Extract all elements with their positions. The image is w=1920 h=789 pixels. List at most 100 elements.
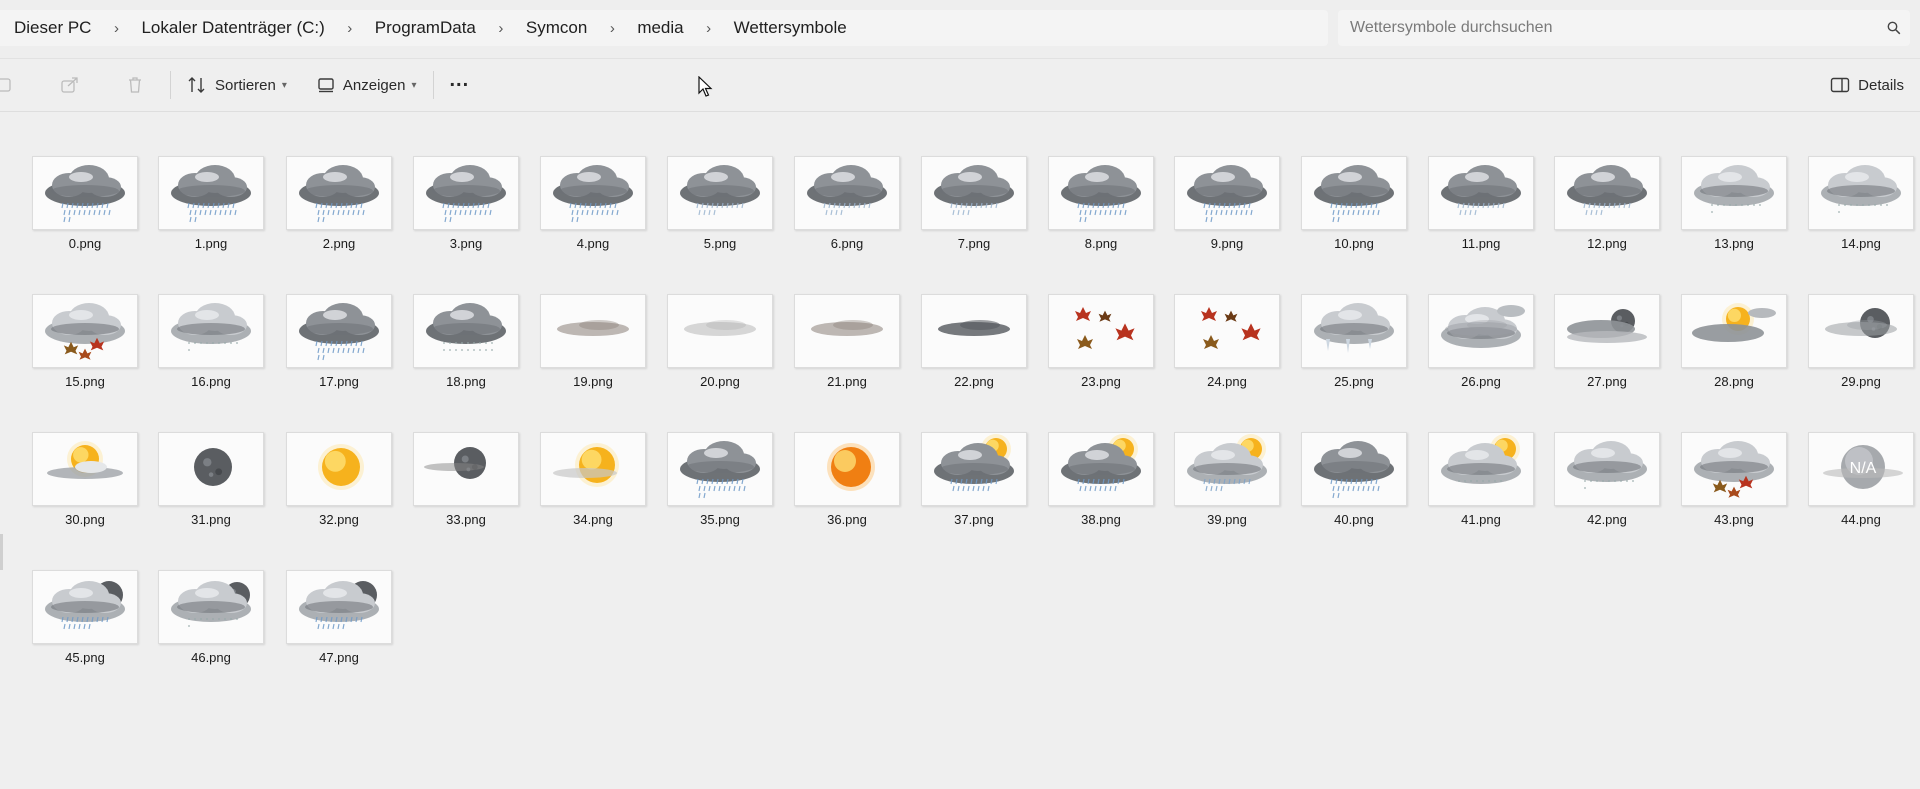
file-name[interactable]: 38.png [1038,512,1164,527]
file-name[interactable]: 28.png [1671,374,1797,389]
weather-thumbnail-icon[interactable] [1301,156,1407,230]
chevron-right-icon[interactable]: › [490,20,512,37]
weather-thumbnail-icon[interactable] [540,156,646,230]
weather-thumbnail-icon[interactable] [1174,294,1280,368]
search-placeholder[interactable]: Wettersymbole durchsuchen [1338,19,1878,37]
file-name[interactable]: 39.png [1164,512,1290,527]
file-name[interactable]: 36.png [784,512,910,527]
weather-thumbnail-icon[interactable] [667,432,773,506]
weather-thumbnail-icon[interactable] [32,570,138,644]
more-options-button[interactable]: ... [440,60,480,110]
file-name[interactable]: 8.png [1038,236,1164,251]
weather-thumbnail-icon[interactable] [413,156,519,230]
file-item[interactable]: 45.png [32,570,140,674]
file-name[interactable]: 47.png [276,650,402,665]
file-item[interactable]: 12.png [1554,156,1662,260]
weather-thumbnail-icon[interactable] [1428,156,1534,230]
file-item[interactable]: 11.png [1428,156,1536,260]
file-item[interactable]: 5.png [667,156,775,260]
file-item[interactable]: 16.png [158,294,266,398]
weather-thumbnail-icon[interactable] [540,294,646,368]
file-name[interactable]: 29.png [1798,374,1920,389]
file-name[interactable]: 37.png [911,512,1037,527]
file-item[interactable]: 43.png [1681,432,1789,536]
chevron-right-icon[interactable]: › [601,20,623,37]
weather-thumbnail-icon[interactable] [413,294,519,368]
weather-thumbnail-icon[interactable] [1554,156,1660,230]
file-name[interactable]: 23.png [1038,374,1164,389]
weather-thumbnail-icon[interactable] [921,156,1027,230]
details-button[interactable]: Details [1830,65,1904,105]
breadcrumb-item[interactable]: Lokaler Datenträger (C:) [127,18,338,38]
weather-thumbnail-icon[interactable] [667,156,773,230]
file-item[interactable]: 8.png [1048,156,1156,260]
file-item[interactable]: 39.png [1174,432,1282,536]
file-name[interactable]: 0.png [22,236,148,251]
file-item[interactable]: 17.png [286,294,394,398]
breadcrumb-item[interactable]: Symcon [512,18,601,38]
weather-thumbnail-icon[interactable] [1808,294,1914,368]
file-item[interactable]: 40.png [1301,432,1409,536]
file-item[interactable]: 20.png [667,294,775,398]
file-item[interactable]: 29.png [1808,294,1916,398]
file-item[interactable]: 14.png [1808,156,1916,260]
file-item[interactable]: 22.png [921,294,1029,398]
file-item[interactable]: 37.png [921,432,1029,536]
weather-thumbnail-icon[interactable] [1301,294,1407,368]
file-name[interactable]: 43.png [1671,512,1797,527]
file-item[interactable]: 36.png [794,432,902,536]
sort-button[interactable]: Sortieren ▾ [177,65,297,105]
file-item[interactable]: 35.png [667,432,775,536]
weather-thumbnail-icon[interactable] [1428,432,1534,506]
weather-thumbnail-icon[interactable] [413,432,519,506]
file-name[interactable]: 9.png [1164,236,1290,251]
file-item[interactable]: 18.png [413,294,521,398]
file-name[interactable]: 13.png [1671,236,1797,251]
file-name[interactable]: 31.png [148,512,274,527]
file-item[interactable]: 33.png [413,432,521,536]
file-item[interactable]: N/A 44.png [1808,432,1916,536]
file-item[interactable]: 15.png [32,294,140,398]
weather-thumbnail-icon[interactable] [667,294,773,368]
weather-thumbnail-icon[interactable] [32,294,138,368]
breadcrumb-item[interactable]: Dieser PC [0,18,105,38]
breadcrumb[interactable]: Dieser PC › Lokaler Datenträger (C:) › P… [0,10,1328,46]
file-item[interactable]: 3.png [413,156,521,260]
file-item[interactable]: 42.png [1554,432,1662,536]
file-name[interactable]: 30.png [22,512,148,527]
file-name[interactable]: 1.png [148,236,274,251]
weather-thumbnail-icon[interactable] [921,432,1027,506]
file-item[interactable]: 21.png [794,294,902,398]
weather-thumbnail-icon[interactable] [158,294,264,368]
weather-thumbnail-icon[interactable] [286,432,392,506]
file-item[interactable]: 10.png [1301,156,1409,260]
file-name[interactable]: 41.png [1418,512,1544,527]
weather-thumbnail-icon[interactable] [32,156,138,230]
weather-thumbnail-icon[interactable] [286,294,392,368]
file-name[interactable]: 33.png [403,512,529,527]
weather-thumbnail-icon[interactable] [1048,156,1154,230]
file-item[interactable]: 13.png [1681,156,1789,260]
weather-thumbnail-icon[interactable] [286,570,392,644]
breadcrumb-item[interactable]: media [623,18,697,38]
file-name[interactable]: 17.png [276,374,402,389]
weather-thumbnail-icon[interactable] [158,432,264,506]
delete-button[interactable] [90,65,154,105]
share-button[interactable] [24,65,90,105]
file-name[interactable]: 11.png [1418,236,1544,251]
file-name[interactable]: 34.png [530,512,656,527]
chevron-right-icon[interactable]: › [698,20,720,37]
weather-thumbnail-icon[interactable] [158,156,264,230]
weather-thumbnail-icon[interactable] [1301,432,1407,506]
weather-thumbnail-icon[interactable] [540,432,646,506]
file-name[interactable]: 45.png [22,650,148,665]
weather-thumbnail-icon[interactable]: N/A [1808,432,1914,506]
weather-thumbnail-icon[interactable] [1808,156,1914,230]
file-item[interactable]: 47.png [286,570,394,674]
file-name[interactable]: 14.png [1798,236,1920,251]
file-name[interactable]: 7.png [911,236,1037,251]
weather-thumbnail-icon[interactable] [1554,294,1660,368]
weather-thumbnail-icon[interactable] [1174,432,1280,506]
file-name[interactable]: 27.png [1544,374,1670,389]
file-name[interactable]: 15.png [22,374,148,389]
